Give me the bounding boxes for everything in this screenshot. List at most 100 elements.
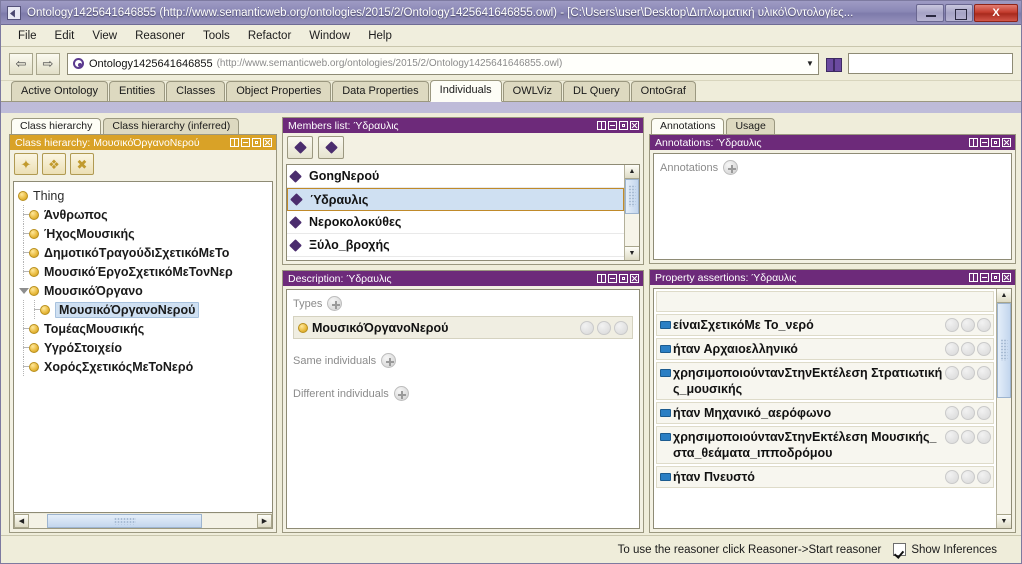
table-row[interactable]: ήταν Μηχανικό_αερόφωνο <box>656 402 994 424</box>
add-different-individual-icon[interactable] <box>393 386 409 401</box>
table-row[interactable]: ήταν Αρχαιοελληνικό <box>656 338 994 360</box>
class-tree-horizontal-scrollbar[interactable]: ◀ ▶ <box>13 513 273 529</box>
menu-edit[interactable]: Edit <box>46 28 84 44</box>
tab-object-properties[interactable]: Object Properties <box>226 81 332 101</box>
tab-owlviz[interactable]: OWLViz <box>502 81 562 101</box>
close-panel-icon[interactable] <box>630 121 639 130</box>
minimize-button[interactable] <box>916 3 944 22</box>
menu-file[interactable]: File <box>9 28 46 44</box>
menu-window[interactable]: Window <box>300 28 359 44</box>
tree-node-thing[interactable]: Thing <box>18 186 272 205</box>
chevron-down-icon[interactable]: ▼ <box>802 54 818 74</box>
menu-view[interactable]: View <box>83 28 126 44</box>
split-panel-icon[interactable] <box>230 138 239 147</box>
menu-help[interactable]: Help <box>359 28 401 44</box>
minimize-panel-icon[interactable] <box>980 273 989 282</box>
edit-assertion-icon[interactable] <box>945 470 959 484</box>
expand-collapse-arrow-icon[interactable] <box>18 285 29 296</box>
delete-type-icon[interactable] <box>614 320 628 335</box>
maximize-panel-icon[interactable] <box>252 138 261 147</box>
show-inferences-checkbox[interactable]: Show Inferences <box>893 543 997 556</box>
close-button[interactable]: X <box>974 3 1018 22</box>
remove-type-icon[interactable] <box>597 320 611 335</box>
tab-ontograf[interactable]: OntoGraf <box>630 81 696 101</box>
maximize-panel-icon[interactable] <box>991 138 1000 147</box>
maximize-panel-icon[interactable] <box>619 274 628 283</box>
tree-node-mousikoorganonerou[interactable]: ΜουσικόΌργανοΝερού <box>18 300 272 319</box>
tree-node-mousikoergo[interactable]: ΜουσικόΈργοΣχετικόΜεΤονΝερ <box>18 262 272 281</box>
tree-node-dimotikotragoudi[interactable]: ΔημοτικόΤραγούδιΣχετικόΜεΤο <box>18 243 272 262</box>
minimize-panel-icon[interactable] <box>980 138 989 147</box>
checkbox-icon[interactable] <box>893 543 907 556</box>
tab-dl-query[interactable]: DL Query <box>562 81 630 101</box>
delete-class-icon[interactable]: ✖ <box>70 153 94 175</box>
delete-assertion-icon[interactable] <box>977 366 991 380</box>
split-panel-icon[interactable] <box>969 273 978 282</box>
scroll-thumb[interactable] <box>47 513 203 528</box>
edit-assertion-icon[interactable] <box>945 342 959 356</box>
list-item[interactable]: Νεροκολοκύθες <box>287 211 624 234</box>
split-panel-icon[interactable] <box>597 121 606 130</box>
class-tree-container[interactable]: Thing Άνθρωπος ΉχοςΜουσικής ΔημοτικόΤραγ… <box>13 181 273 513</box>
ontology-selector-combobox[interactable]: Ontology1425641646855 (http://www.semant… <box>67 52 819 75</box>
scroll-left-arrow-icon[interactable]: ◀ <box>14 513 29 528</box>
search-input[interactable] <box>848 53 1013 74</box>
scroll-track[interactable] <box>29 513 257 528</box>
remove-assertion-icon[interactable] <box>961 318 975 332</box>
scroll-up-arrow-icon[interactable]: ▲ <box>997 289 1011 303</box>
scroll-track[interactable] <box>625 179 639 246</box>
list-item[interactable]: GongΝερού <box>287 165 624 188</box>
list-item-selected[interactable]: Ύδραυλις <box>287 188 624 211</box>
scroll-thumb[interactable] <box>625 179 639 214</box>
tab-annotations[interactable]: Annotations <box>651 118 725 134</box>
close-panel-icon[interactable] <box>630 274 639 283</box>
delete-individual-icon[interactable] <box>318 135 344 159</box>
edit-type-icon[interactable] <box>580 320 594 335</box>
table-row[interactable]: χρησιμοποιούντανΣτηνΕκτέλεση Στρατιωτική… <box>656 362 994 400</box>
minimize-panel-icon[interactable] <box>241 138 250 147</box>
edit-assertion-icon[interactable] <box>945 318 959 332</box>
close-panel-icon[interactable] <box>1002 138 1011 147</box>
list-item[interactable]: Ξύλο_βροχής <box>287 234 624 257</box>
edit-assertion-icon[interactable] <box>945 366 959 380</box>
remove-assertion-icon[interactable] <box>961 342 975 356</box>
add-sibling-class-icon[interactable]: ❖ <box>42 153 66 175</box>
forward-arrow-icon[interactable]: ⇨ <box>36 52 60 75</box>
maximize-button[interactable] <box>945 3 973 22</box>
tree-node-mousikoorgano[interactable]: ΜουσικόΌργανο <box>18 281 272 300</box>
edit-assertion-icon[interactable] <box>945 430 959 444</box>
minimize-panel-icon[interactable] <box>608 274 617 283</box>
tab-entities[interactable]: Entities <box>109 81 166 101</box>
scroll-down-arrow-icon[interactable]: ▼ <box>997 514 1011 528</box>
minimize-panel-icon[interactable] <box>608 121 617 130</box>
property-assertions-container[interactable]: είναιΣχετικόΜε Το_νερό ήταν Αρχαιοελληνι… <box>653 288 1012 529</box>
scroll-right-arrow-icon[interactable]: ▶ <box>257 513 272 528</box>
add-type-icon[interactable] <box>327 296 343 311</box>
delete-assertion-icon[interactable] <box>977 406 991 420</box>
back-arrow-icon[interactable]: ⇦ <box>9 52 33 75</box>
type-row[interactable]: ΜουσικόΌργανοΝερού <box>293 316 633 339</box>
tree-node-xorosxetikos[interactable]: ΧορόςΣχετικόςΜεΤοΝερό <box>18 357 272 376</box>
tab-class-hierarchy-inferred[interactable]: Class hierarchy (inferred) <box>103 118 240 134</box>
tree-node-ygrostoixeio[interactable]: ΥγρόΣτοιχείο <box>18 338 272 357</box>
tab-active-ontology[interactable]: Active Ontology <box>11 81 109 101</box>
delete-assertion-icon[interactable] <box>977 430 991 444</box>
tree-node-anthropos[interactable]: Άνθρωπος <box>18 205 272 224</box>
table-row[interactable]: ήταν Πνευστό <box>656 466 994 488</box>
members-list-vertical-scrollbar[interactable]: ▲ ▼ <box>624 165 639 260</box>
members-list-container[interactable]: GongΝερού Ύδραυλις Νεροκολοκύθες Ξύλο_βρ… <box>286 164 640 261</box>
property-assertions-vertical-scrollbar[interactable]: ▲ ▼ <box>996 289 1011 528</box>
split-panel-icon[interactable] <box>597 274 606 283</box>
tab-classes[interactable]: Classes <box>166 81 226 101</box>
close-panel-icon[interactable] <box>1002 273 1011 282</box>
menu-refactor[interactable]: Refactor <box>239 28 300 44</box>
tree-node-tomeasmousikis[interactable]: ΤομέαςΜουσικής <box>18 319 272 338</box>
tab-individuals[interactable]: Individuals <box>429 80 502 102</box>
remove-assertion-icon[interactable] <box>961 366 975 380</box>
add-individual-icon[interactable] <box>287 135 313 159</box>
menu-tools[interactable]: Tools <box>194 28 239 44</box>
tab-data-properties[interactable]: Data Properties <box>332 81 429 101</box>
remove-assertion-icon[interactable] <box>961 430 975 444</box>
delete-assertion-icon[interactable] <box>977 318 991 332</box>
add-subclass-icon[interactable]: ✦ <box>14 153 38 175</box>
